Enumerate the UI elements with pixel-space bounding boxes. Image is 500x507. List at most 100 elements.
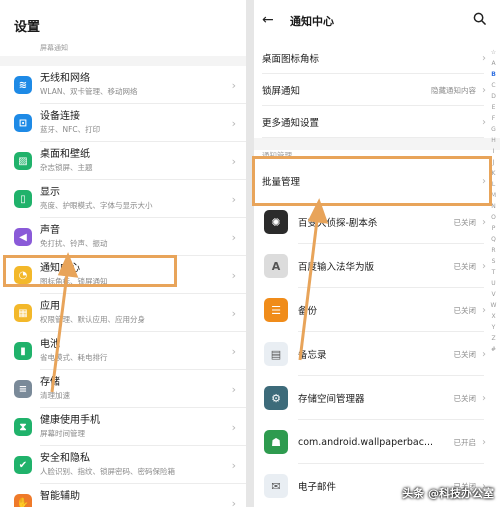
app-status: 已关闭	[453, 305, 477, 315]
alphabet-letter[interactable]: L	[489, 180, 498, 190]
alphabet-letter[interactable]: R	[489, 246, 498, 256]
settings-item[interactable]: ≋ 无线和网络 WLAN、双卡管理、移动网络 ›	[0, 66, 246, 104]
app-row[interactable]: ☗ com.android.wallpaperbac... 已开启 ›	[254, 420, 500, 464]
setting-label: 锁屏通知	[262, 86, 301, 97]
chevron-right-icon: ›	[482, 52, 486, 64]
input-method-app-icon: A	[264, 254, 288, 278]
alphabet-letter[interactable]: ☆	[489, 48, 498, 58]
notification-center-panel: ← 通知中心 桌面图标角标 › 锁屏通知 隐藏通知内容 › 更多通知设置 › 通知管理 批量…	[254, 0, 500, 507]
settings-item-desc: 清理加速	[40, 391, 70, 400]
alphabet-letter[interactable]: V	[489, 290, 498, 300]
alphabet-letter[interactable]: W	[489, 301, 498, 311]
back-arrow-icon[interactable]: ←	[262, 12, 274, 28]
app-status: 已开启	[453, 437, 477, 447]
app-name: 备忘录	[298, 350, 327, 361]
app-row[interactable]: A 百度输入法华为版 已关闭 ›	[254, 244, 500, 288]
setting-label: 桌面图标角标	[262, 54, 320, 65]
chevron-right-icon: ›	[231, 345, 236, 358]
notification-setting-row[interactable]: 锁屏通知 隐藏通知内容 ›	[254, 74, 500, 106]
settings-item-desc: 蓝牙、NFC、打印	[40, 125, 101, 134]
device-connect-icon: ⊡	[14, 114, 32, 132]
alphabet-letter[interactable]: F	[489, 114, 498, 124]
alphabet-letter[interactable]: U	[489, 279, 498, 289]
app-notification-list: ✺ 百变大侦探-剧本杀 已关闭 › A 百度输入法华为版 已关闭 › ☰ 备份 已关闭 › ▤ 备忘录 已关…	[254, 200, 500, 507]
chevron-right-icon: ›	[482, 216, 486, 228]
wallpaper-icon: ▨	[14, 152, 32, 170]
alphabet-letter[interactable]: X	[489, 312, 498, 322]
settings-item-desc: 人脸识别、指纹、锁屏密码、密码保险箱	[40, 467, 175, 476]
chevron-right-icon: ›	[231, 117, 236, 130]
assist-icon: ✋	[14, 494, 32, 507]
settings-item[interactable]: ⊡ 设备连接 蓝牙、NFC、打印 ›	[0, 104, 246, 142]
app-name: 百变大侦探-剧本杀	[298, 218, 378, 229]
alphabet-letter[interactable]: H	[489, 136, 498, 146]
settings-item-title: 存储	[40, 377, 60, 388]
chevron-right-icon: ›	[231, 383, 236, 396]
chevron-right-icon: ›	[482, 260, 486, 272]
setting-label: 更多通知设置	[262, 118, 320, 129]
alphabet-letter[interactable]: S	[489, 257, 498, 267]
app-status: 已关闭	[453, 217, 477, 227]
settings-item[interactable]: ◀ 声音 免打扰、铃声、振动 ›	[0, 218, 246, 256]
notification-settings-list: 桌面图标角标 › 锁屏通知 隐藏通知内容 › 更多通知设置 ›	[254, 42, 500, 138]
settings-item-desc: 免打扰、铃声、振动	[40, 239, 108, 248]
settings-item[interactable]: ▦ 应用 权限管理、默认应用、应用分身 ›	[0, 294, 246, 332]
chevron-right-icon: ›	[482, 436, 486, 448]
alphabet-letter[interactable]: M	[489, 191, 498, 201]
settings-item[interactable]: ▯ 显示 亮度、护眼模式、字体与显示大小 ›	[0, 180, 246, 218]
chevron-right-icon: ›	[482, 392, 486, 404]
notification-setting-row[interactable]: 桌面图标角标 ›	[254, 42, 500, 74]
settings-item[interactable]: ✋ 智能辅助 ›	[0, 484, 246, 507]
backup-app-icon: ☰	[264, 298, 288, 322]
search-icon[interactable]	[473, 12, 486, 25]
settings-item[interactable]: ▨ 桌面和壁纸 杂志锁屏、主题 ›	[0, 142, 246, 180]
top-bar: ← 通知中心	[254, 0, 500, 42]
alphabet-letter[interactable]: C	[489, 81, 498, 91]
settings-item-desc: 杂志锁屏、主题	[40, 163, 93, 172]
app-name: 电子邮件	[298, 482, 337, 493]
app-status: 已关闭	[453, 349, 477, 359]
alphabet-letter[interactable]: J	[489, 158, 498, 168]
app-row[interactable]: ✺ 百变大侦探-剧本杀 已关闭 ›	[254, 200, 500, 244]
settings-item[interactable]: ⧗ 健康使用手机 屏幕时间管理 ›	[0, 408, 246, 446]
settings-item-desc: 权限管理、默认应用、应用分身	[40, 315, 145, 324]
android-app-icon: ☗	[264, 430, 288, 454]
alphabet-letter[interactable]: K	[489, 169, 498, 179]
notification-setting-row[interactable]: 更多通知设置 ›	[254, 106, 500, 138]
chevron-right-icon: ›	[231, 155, 236, 168]
settings-item[interactable]: ◔ 通知中心 图标角标、锁屏通知 ›	[0, 256, 246, 294]
settings-item-desc: 省电模式、耗电排行	[40, 353, 108, 362]
settings-item[interactable]: ✔ 安全和隐私 人脸识别、指纹、锁屏密码、密码保险箱 ›	[0, 446, 246, 484]
alphabet-letter[interactable]: A	[489, 59, 498, 69]
app-name: 存储空间管理器	[298, 394, 365, 405]
storage-manager-app-icon: ⚙	[264, 386, 288, 410]
app-name: 备份	[298, 306, 318, 317]
alphabet-letter[interactable]: Y	[489, 323, 498, 333]
wifi-icon: ≋	[14, 76, 32, 94]
app-row[interactable]: ▤ 备忘录 已关闭 ›	[254, 332, 500, 376]
alphabet-letter[interactable]: Q	[489, 235, 498, 245]
alphabet-letter[interactable]: Z	[489, 334, 498, 344]
chevron-right-icon: ›	[482, 348, 486, 360]
app-row[interactable]: ☰ 备份 已关闭 ›	[254, 288, 500, 332]
alphabet-letter[interactable]: #	[489, 345, 498, 355]
alphabet-letter[interactable]: O	[489, 213, 498, 223]
alphabet-letter[interactable]: N	[489, 202, 498, 212]
setting-value: 隐藏通知内容	[431, 85, 476, 95]
partial-row-subtitle: 屏幕通知	[0, 44, 246, 56]
alphabet-letter[interactable]: T	[489, 268, 498, 278]
alphabet-letter[interactable]: P	[489, 224, 498, 234]
alphabet-letter[interactable]: I	[489, 147, 498, 157]
alphabet-letter[interactable]: D	[489, 92, 498, 102]
alphabet-letter[interactable]: G	[489, 125, 498, 135]
display-icon: ▯	[14, 190, 32, 208]
settings-item[interactable]: ≡ 存储 清理加速 ›	[0, 370, 246, 408]
batch-manage-row[interactable]: 批量管理 ›	[254, 162, 500, 200]
alphabet-letter[interactable]: B	[489, 70, 498, 80]
settings-panel: 设置 屏幕通知 ≋ 无线和网络 WLAN、双卡管理、移动网络 › ⊡ 设备连接 蓝牙、NFC…	[0, 0, 246, 507]
settings-item[interactable]: ▮ 电池 省电模式、耗电排行 ›	[0, 332, 246, 370]
alphabet-letter[interactable]: E	[489, 103, 498, 113]
app-row[interactable]: ⚙ 存储空间管理器 已关闭 ›	[254, 376, 500, 420]
settings-item-title: 应用	[40, 301, 60, 312]
settings-item-desc: 屏幕时间管理	[40, 429, 85, 438]
